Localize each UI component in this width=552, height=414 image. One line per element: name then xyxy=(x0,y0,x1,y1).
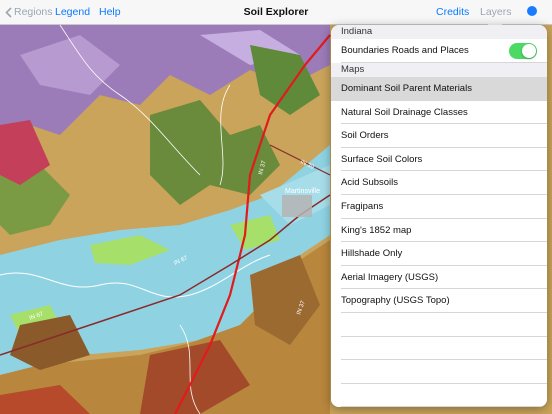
layers-popover: Indiana Boundaries Roads and Places Maps… xyxy=(331,25,547,407)
chevron-left-icon xyxy=(5,7,12,18)
maps-section-header: Maps xyxy=(331,63,547,77)
map-item-fragipans[interactable]: Fragipans xyxy=(331,194,547,219)
toggle-knob xyxy=(522,44,536,58)
credits-button[interactable]: Credits xyxy=(436,6,469,19)
boundaries-toggle[interactable] xyxy=(509,43,537,59)
location-dot-icon[interactable] xyxy=(527,6,537,16)
map-item-surface-soil-colors[interactable]: Surface Soil Colors xyxy=(331,147,547,172)
empty-row xyxy=(331,336,547,361)
soil-explorer-app: Regions Legend Help Soil Explorer Credit… xyxy=(0,0,552,414)
map-item-aerial-imagery[interactable]: Aerial Imagery (USGS) xyxy=(331,265,547,290)
regions-back-button[interactable]: Regions xyxy=(5,6,53,19)
legend-button[interactable]: Legend xyxy=(55,6,90,19)
help-button[interactable]: Help xyxy=(99,6,121,19)
map-item-acid-subsoils[interactable]: Acid Subsoils xyxy=(331,171,547,195)
regions-back-label: Regions xyxy=(14,6,53,18)
empty-row xyxy=(331,383,547,407)
navigation-bar: Regions Legend Help Soil Explorer Credit… xyxy=(0,0,552,25)
map-item-dominant-soil-parent-materials[interactable]: Dominant Soil Parent Materials xyxy=(331,77,547,101)
empty-row xyxy=(331,312,547,337)
empty-row xyxy=(331,360,547,384)
map-item-hillshade-only[interactable]: Hillshade Only xyxy=(331,242,547,266)
city-area xyxy=(282,195,312,217)
city-label: Martinsville xyxy=(285,188,320,195)
boundaries-roads-places-label: Boundaries Roads and Places xyxy=(341,45,469,56)
map-item-kings-1852-map[interactable]: King's 1852 map xyxy=(331,218,547,243)
map-item-natural-soil-drainage-classes[interactable]: Natural Soil Drainage Classes xyxy=(331,100,547,125)
boundaries-roads-places-row[interactable]: Boundaries Roads and Places xyxy=(331,39,547,63)
state-section-header: Indiana xyxy=(331,25,547,39)
map-item-soil-orders[interactable]: Soil Orders xyxy=(331,124,547,148)
layers-button[interactable]: Layers xyxy=(480,6,512,19)
map-item-topography[interactable]: Topography (USGS Topo) xyxy=(331,289,547,313)
